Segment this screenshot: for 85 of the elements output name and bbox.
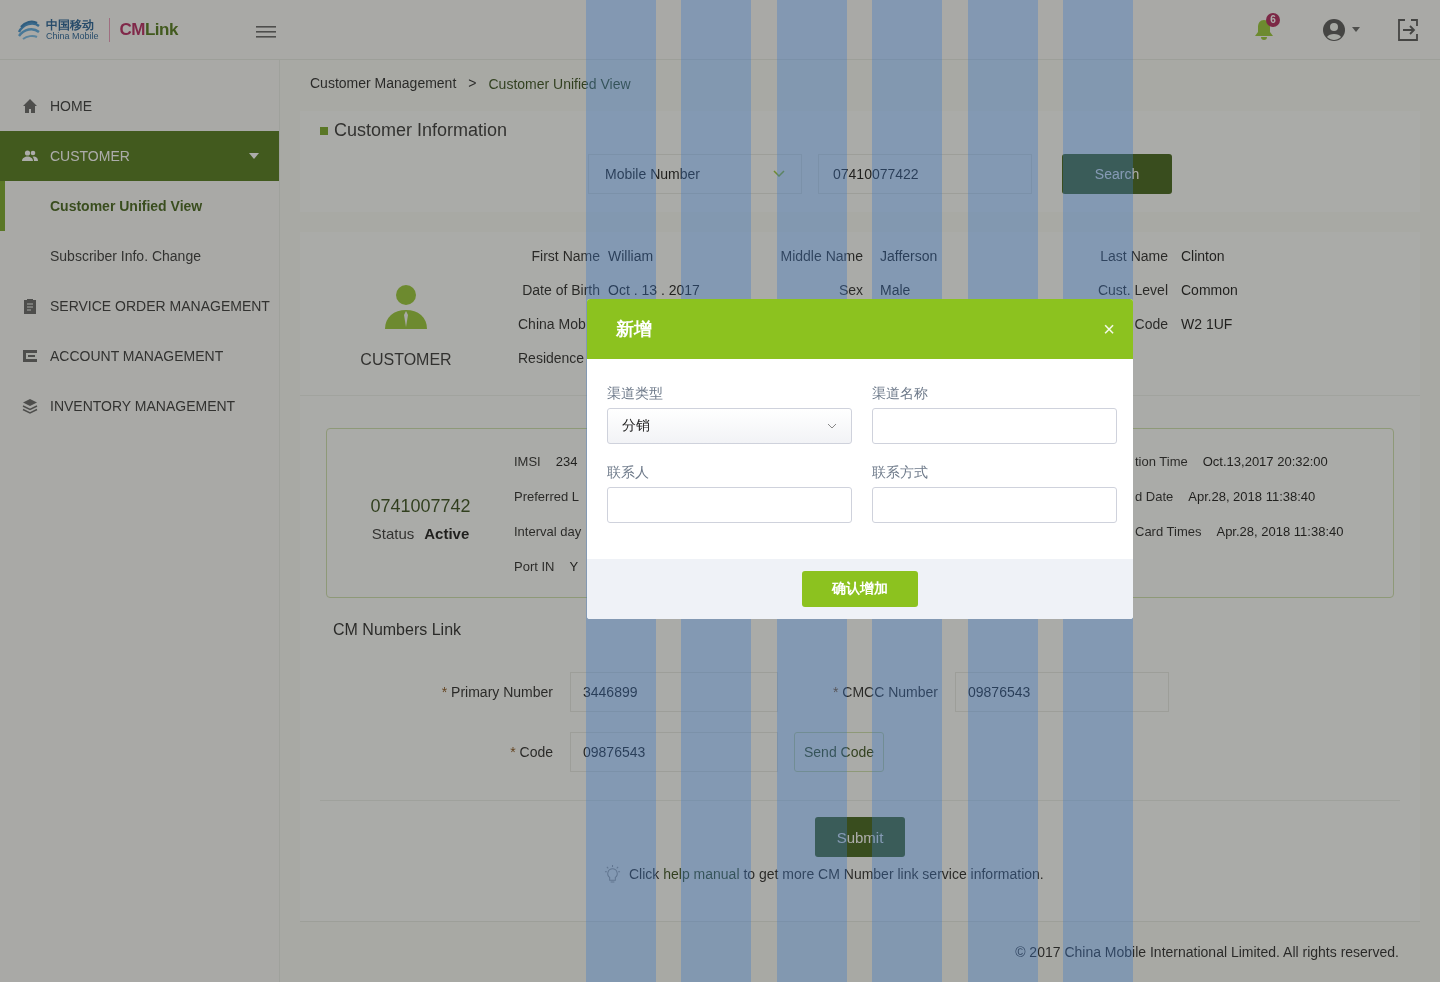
field-label: 联系人 xyxy=(607,464,650,481)
field-label: Card Times xyxy=(1135,524,1202,540)
field-value: Male xyxy=(880,282,911,299)
field-label: China Mob xyxy=(518,316,586,333)
field-value: Apr.28, 2018 11:38:40 xyxy=(1216,524,1344,540)
copyright-text: © 2017 China Mobile International Limited. All rights reserved. xyxy=(1015,944,1399,961)
sidebar-item[interactable]: HOME xyxy=(0,81,279,131)
field-value: Clinton xyxy=(1181,248,1225,265)
section-title: CM Numbers Link xyxy=(332,620,463,641)
layers-icon xyxy=(22,398,38,414)
input-field[interactable]: 09876543 xyxy=(570,732,778,773)
status-value: Active xyxy=(424,525,470,543)
field-label: Residence xyxy=(518,350,585,367)
input-field[interactable] xyxy=(872,408,1117,444)
lightbulb-icon xyxy=(604,864,621,884)
input-field[interactable] xyxy=(607,487,852,523)
field-value: Oct . 13 . 2017 xyxy=(608,282,700,299)
field-value: Y xyxy=(569,559,579,575)
user-avatar-icon[interactable] xyxy=(1322,17,1346,42)
sidebar-item[interactable]: INVENTORY MANAGEMENT xyxy=(0,381,279,431)
field-label: First Name xyxy=(531,248,600,265)
field-label: Last Name xyxy=(1100,248,1168,265)
status-label: Status xyxy=(371,525,415,543)
field-label: 渠道名称 xyxy=(872,385,929,402)
sidebar-item[interactable]: CUSTOMER xyxy=(0,131,279,181)
sidebar-subitem[interactable]: Subscriber Info. Change xyxy=(0,231,279,281)
field-label: Preferred L xyxy=(514,489,580,505)
input-field[interactable]: 3446899 xyxy=(570,672,778,713)
sidebar-item[interactable]: SERVICE ORDER MANAGEMENT xyxy=(0,281,279,331)
field-label: Port IN xyxy=(514,559,555,575)
field-value: Oct.13,2017 20:32:00 xyxy=(1202,454,1328,470)
dropdown-field[interactable]: 分销 xyxy=(607,408,852,444)
field-label: IMSI xyxy=(514,454,541,470)
field-value: 234 xyxy=(555,454,578,470)
users-icon xyxy=(22,148,38,164)
field-label: Middle Name xyxy=(780,248,863,265)
field-label: Date of Birth xyxy=(522,282,600,299)
help-manual-link[interactable]: help manual xyxy=(663,866,740,883)
field-label: 联系方式 xyxy=(872,464,929,481)
notification-badge: 6 xyxy=(1266,12,1280,27)
phone-number: 0741007742 xyxy=(370,496,471,518)
search-field[interactable]: 07410077422 xyxy=(818,153,1032,194)
section-title: Customer Information xyxy=(334,120,508,142)
logout-icon[interactable] xyxy=(1396,17,1420,42)
hint-text: Click help manual to get more CM Number link service information. xyxy=(629,866,1044,883)
field-label: Cust. Level xyxy=(1097,282,1168,299)
input-field[interactable]: 09876543 xyxy=(955,672,1169,713)
field-label: Sex xyxy=(838,282,863,299)
field-label: Interval day xyxy=(514,524,582,540)
field-label: tion Time xyxy=(1135,454,1188,470)
breadcrumb-link[interactable]: Customer Management xyxy=(310,74,457,91)
field-label: 渠道类型 xyxy=(607,385,664,402)
field-label: * Code xyxy=(509,744,553,761)
section-marker-icon xyxy=(320,126,328,135)
menu-icon[interactable] xyxy=(255,25,276,38)
home-icon xyxy=(22,98,38,114)
logo-text: 中国移动 xyxy=(46,18,95,31)
chevron-down-icon xyxy=(827,423,837,429)
field-value: Common xyxy=(1181,282,1238,299)
sidebar-item[interactable]: ACCOUNT MANAGEMENT xyxy=(0,331,279,381)
avatar-label: CUSTOMER xyxy=(360,351,452,370)
send-code-button[interactable]: Send Code xyxy=(794,732,884,773)
field-value: Jafferson xyxy=(880,248,938,265)
submit-button[interactable]: Submit xyxy=(815,817,905,858)
search-type-select[interactable]: Mobile Number xyxy=(588,153,802,194)
brand-logo: CMLink xyxy=(119,19,178,40)
field-label: * Primary Number xyxy=(440,684,553,701)
field-value: William xyxy=(608,248,654,265)
person-avatar-icon xyxy=(383,283,429,330)
field-label: Code xyxy=(1134,316,1168,333)
field-label: * CMCC Number xyxy=(831,684,938,701)
caret-icon[interactable] xyxy=(1352,27,1360,32)
input-field[interactable] xyxy=(872,487,1117,523)
confirm-button[interactable]: 确认增加 xyxy=(802,571,918,607)
sidebar-subitem[interactable]: Customer Unified View xyxy=(0,181,279,231)
field-value: W2 1UF xyxy=(1181,316,1233,333)
dialog-title: 新增 xyxy=(616,318,652,341)
field-value: Apr.28, 2018 11:38:40 xyxy=(1188,489,1316,505)
chevron-down-icon xyxy=(773,170,785,178)
clipboard-icon xyxy=(22,298,38,314)
logo-subtext: China Mobile xyxy=(46,31,99,41)
wallet-icon xyxy=(22,348,38,364)
field-label: d Date xyxy=(1135,489,1174,505)
search-button[interactable]: Search xyxy=(1062,153,1172,194)
breadcrumb-separator: > xyxy=(468,74,477,91)
